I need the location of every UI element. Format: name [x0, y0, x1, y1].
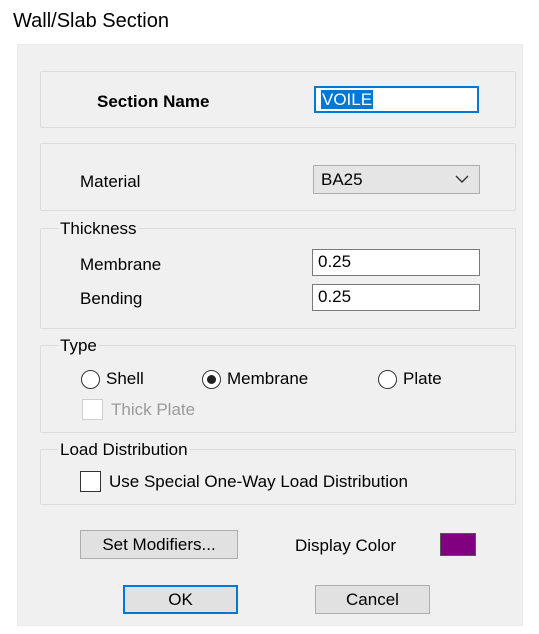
display-color-label: Display Color — [295, 536, 397, 555]
section-name-value: VOILE — [321, 90, 374, 109]
wall-slab-section-dialog: Section Name VOILE Material BA25 Thickne… — [17, 44, 523, 626]
thickness-group-label: Thickness — [58, 219, 139, 239]
material-selected-value: BA25 — [321, 170, 363, 189]
window-title: Wall/Slab Section — [13, 10, 169, 32]
plate-radio-circle[interactable] — [378, 369, 397, 389]
load-distribution-group-label: Load Distribution — [58, 440, 190, 460]
type-membrane-radio[interactable]: Membrane — [202, 369, 308, 389]
thick-plate-checkbox-box[interactable] — [82, 399, 103, 420]
chevron-down-icon — [455, 175, 469, 183]
bending-thickness-input[interactable]: 0.25 — [312, 284, 480, 311]
cancel-button[interactable]: Cancel — [315, 585, 430, 614]
display-color-swatch[interactable] — [440, 533, 476, 556]
membrane-radio-circle[interactable] — [202, 369, 221, 389]
type-shell-radio[interactable]: Shell — [81, 369, 144, 389]
section-name-input[interactable]: VOILE — [314, 86, 479, 113]
material-select[interactable]: BA25 — [313, 165, 480, 194]
one-way-load-label: Use Special One-Way Load Distribution — [109, 471, 408, 491]
membrane-radio-label: Membrane — [227, 369, 309, 388]
membrane-thickness-input[interactable]: 0.25 — [312, 249, 480, 276]
type-plate-radio[interactable]: Plate — [378, 369, 442, 389]
set-modifiers-button[interactable]: Set Modifiers... — [80, 530, 238, 559]
plate-radio-label: Plate — [403, 369, 442, 388]
one-way-load-checkbox[interactable]: Use Special One-Way Load Distribution — [80, 471, 408, 492]
thick-plate-label: Thick Plate — [111, 399, 196, 419]
one-way-load-checkbox-box[interactable] — [80, 471, 101, 492]
section-name-label: Section Name — [97, 92, 210, 111]
bending-label: Bending — [80, 289, 143, 308]
membrane-label: Membrane — [80, 255, 162, 274]
type-group-label: Type — [58, 336, 99, 356]
thick-plate-checkbox[interactable]: Thick Plate — [82, 399, 195, 420]
ok-button[interactable]: OK — [123, 585, 238, 614]
shell-radio-label: Shell — [106, 369, 144, 388]
thickness-group — [40, 228, 516, 329]
material-label: Material — [80, 172, 141, 191]
shell-radio-circle[interactable] — [81, 369, 100, 389]
